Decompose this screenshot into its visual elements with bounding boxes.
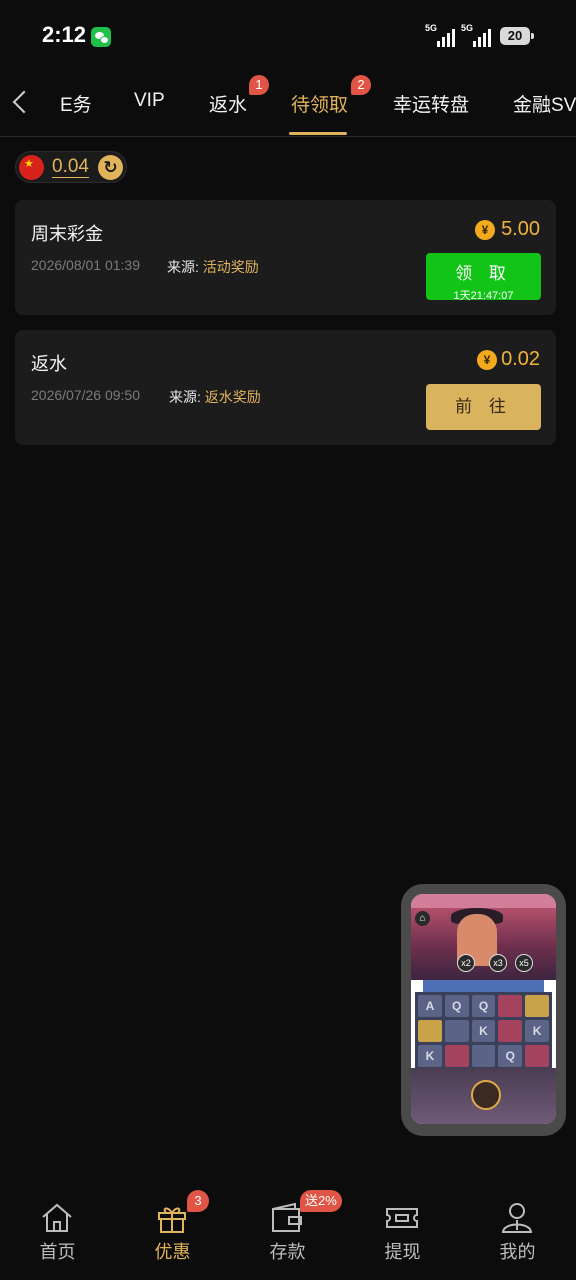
reward-amount: 0.02	[501, 348, 540, 370]
battery-icon: 20	[500, 27, 534, 45]
reward-source: 来源: 活动奖励	[167, 257, 259, 277]
tab-pending[interactable]: 待领取	[291, 90, 348, 117]
game-controls	[411, 1068, 556, 1124]
wechat-icon	[91, 27, 111, 47]
source-value: 活动奖励	[202, 259, 259, 275]
nav-deposit-label: 存款	[269, 1242, 306, 1262]
reward-title: 周末彩金	[31, 224, 103, 244]
nav-deposit[interactable]: 存款 送2%	[230, 1184, 345, 1280]
reward-card: 返水 ¥ 0.02 2026/07/26 09:50 来源: 返水奖励 前 往	[15, 330, 556, 445]
game-scene: ⌂ x2 x3 x5	[411, 908, 556, 980]
tab-rebate-badge: 1	[249, 75, 269, 95]
tab-tasks[interactable]: E务	[60, 90, 92, 117]
tab-rebate[interactable]: 返水	[209, 90, 247, 117]
reward-source: 来源: 返水奖励	[169, 387, 261, 407]
slot-symbol: Q	[498, 1045, 523, 1067]
tab-vip[interactable]: VIP	[134, 90, 165, 112]
nav-profile[interactable]: 我的	[460, 1184, 575, 1280]
reward-amount: 5.00	[501, 218, 540, 240]
multiplier: x2	[457, 954, 475, 972]
balance-pill: 0.04 ↻	[15, 151, 127, 183]
tab-lucky-wheel[interactable]: 幸运转盘	[393, 90, 469, 117]
coin-icon: ¥	[475, 220, 495, 240]
game-preview[interactable]: ⌂ x2 x3 x5 A Q Q K K K Q	[411, 894, 556, 1124]
game-banner	[423, 980, 544, 992]
nav-home-label: 首页	[39, 1242, 76, 1262]
signal-icon: 5G	[425, 23, 459, 47]
slot-symbol: A	[418, 995, 442, 1017]
multiplier: x5	[515, 954, 533, 972]
nav-home[interactable]: 首页	[0, 1184, 115, 1280]
claim-button-label: 领 取	[455, 264, 512, 283]
go-button[interactable]: 前 往	[426, 384, 541, 430]
status-time: 2:12	[42, 22, 87, 47]
tab-pending-badge: 2	[351, 75, 371, 95]
tab-bar: E务 VIP 返水 1 待领取 2 幸运转盘 金融SVIP	[0, 72, 576, 137]
coin-icon: ¥	[477, 350, 497, 370]
slot-symbol: K	[418, 1045, 442, 1067]
claim-button[interactable]: 领 取 1天21:47:07	[426, 253, 541, 302]
slot-symbol: Q	[471, 995, 496, 1017]
signal-icon: 5G	[461, 23, 495, 47]
slot-symbol	[498, 995, 523, 1017]
gift-icon	[158, 1207, 186, 1233]
source-label: 来源:	[167, 259, 199, 275]
status-bar: 2:12 5G 5G 20	[0, 0, 576, 72]
slot-grid: A Q Q K K K Q	[415, 992, 552, 1068]
reward-date: 2026/08/01 01:39	[31, 257, 140, 273]
home-icon[interactable]: ⌂	[415, 911, 430, 926]
home-icon	[42, 1203, 72, 1232]
nav-promotions-label: 优惠	[154, 1242, 191, 1262]
slot-symbol	[498, 1020, 523, 1042]
bottom-nav: 首页 优惠 3 存款 送2% 提现 我的	[0, 1184, 576, 1280]
ticket-icon	[386, 1208, 418, 1228]
nav-withdraw-label: 提现	[384, 1242, 421, 1262]
back-arrow-icon[interactable]	[12, 90, 36, 114]
multiplier: x3	[489, 954, 507, 972]
tab-finance-svip[interactable]: 金融SVIP	[513, 90, 576, 117]
reward-card: 周末彩金 ¥ 5.00 2026/08/01 01:39 来源: 活动奖励 领 …	[15, 200, 556, 315]
spin-button[interactable]	[471, 1080, 501, 1110]
active-tab-indicator	[289, 132, 347, 135]
slot-symbol	[418, 1020, 442, 1042]
game-top-bar	[411, 894, 556, 908]
balance-value: 0.04	[52, 156, 89, 178]
signal-label: 5G	[461, 23, 474, 33]
refresh-icon[interactable]: ↻	[98, 155, 123, 180]
reward-title: 返水	[31, 354, 67, 374]
slot-symbol	[444, 1020, 469, 1042]
nav-deposit-badge: 送2%	[300, 1190, 342, 1212]
slot-symbol: K	[471, 1020, 496, 1042]
floating-game-window[interactable]: ⌂ x2 x3 x5 A Q Q K K K Q	[401, 884, 566, 1136]
china-flag-icon	[19, 155, 44, 180]
nav-withdraw[interactable]: 提现	[345, 1184, 460, 1280]
slot-symbol	[525, 995, 549, 1017]
claim-countdown: 1天21:47:07	[453, 290, 514, 302]
nav-promotions-badge: 3	[187, 1190, 209, 1212]
user-icon	[501, 1203, 533, 1233]
signal-label: 5G	[425, 23, 438, 33]
slot-symbol	[525, 1045, 549, 1067]
slot-symbol: Q	[444, 995, 469, 1017]
slot-symbol	[444, 1045, 469, 1067]
nav-profile-label: 我的	[499, 1242, 536, 1262]
reward-date: 2026/07/26 09:50	[31, 387, 140, 403]
slot-symbol: K	[525, 1020, 549, 1042]
source-value: 返水奖励	[204, 389, 261, 405]
nav-promotions[interactable]: 优惠 3	[115, 1184, 230, 1280]
source-label: 来源:	[169, 389, 201, 405]
slot-symbol	[471, 1045, 496, 1067]
